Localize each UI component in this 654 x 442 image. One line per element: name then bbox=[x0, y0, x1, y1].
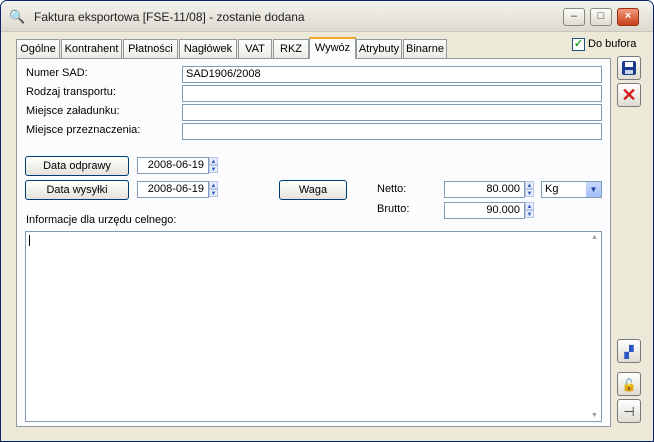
data-odprawy-spinner[interactable]: ▲ ▼ bbox=[209, 157, 218, 174]
miejsce-przeznaczenia-field[interactable] bbox=[182, 123, 602, 140]
rodzaj-transportu-label: Rodzaj transportu: bbox=[26, 86, 116, 98]
informacje-textarea[interactable]: ▲ ▼ bbox=[25, 231, 602, 422]
spin-down-icon[interactable]: ▼ bbox=[209, 189, 218, 197]
save-button[interactable] bbox=[617, 56, 641, 80]
rodzaj-transportu-field[interactable] bbox=[182, 85, 602, 102]
miejsce-zaladunku-label: Miejsce załadunku: bbox=[26, 105, 120, 117]
pin-icon: ⊣ bbox=[623, 404, 635, 419]
miejsce-zaladunku-field[interactable] bbox=[182, 104, 602, 121]
tab-naglowek[interactable]: Nagłówek bbox=[179, 39, 237, 58]
brutto-label: Brutto: bbox=[377, 203, 410, 215]
app-magnifier-icon: 🔍 bbox=[9, 9, 26, 24]
do-bufora-checkbox[interactable]: ✓ bbox=[572, 38, 585, 51]
wywoz-panel: Numer SAD: SAD1906/2008 Rodzaj transport… bbox=[16, 58, 611, 427]
data-wysylki-field[interactable]: 2008-06-19 bbox=[137, 181, 209, 198]
netto-spinner[interactable]: ▲ ▼ bbox=[525, 181, 534, 198]
cancel-button[interactable]: ✕ bbox=[617, 83, 641, 107]
tab-vat[interactable]: VAT bbox=[238, 39, 272, 58]
maximize-button[interactable]: □ bbox=[590, 8, 612, 26]
save-icon bbox=[622, 61, 636, 75]
tab-wywoz[interactable]: Wywóz bbox=[309, 37, 356, 59]
title-bar: 🔍 Faktura eksportowa [FSE-11/08] - zosta… bbox=[1, 1, 653, 32]
pin-button[interactable]: ⊣ bbox=[617, 399, 641, 423]
chevron-down-icon[interactable]: ▼ bbox=[586, 182, 601, 197]
minimize-button[interactable]: – bbox=[563, 8, 585, 26]
data-wysylki-spinner[interactable]: ▲ ▼ bbox=[209, 181, 218, 198]
spin-up-icon[interactable]: ▲ bbox=[525, 181, 534, 189]
netto-label: Netto: bbox=[377, 183, 407, 195]
tab-ogolne[interactable]: Ogólne bbox=[16, 39, 60, 58]
tab-atrybuty[interactable]: Atrybuty bbox=[356, 39, 402, 58]
waga-button[interactable]: Waga bbox=[279, 180, 347, 200]
cancel-icon: ✕ bbox=[621, 85, 637, 105]
lock-button[interactable]: 🔓 bbox=[617, 372, 641, 396]
miejsce-przeznaczenia-label: Miejsce przeznaczenia: bbox=[26, 124, 141, 136]
spin-down-icon[interactable]: ▼ bbox=[209, 165, 218, 173]
tab-kontrahent[interactable]: Kontrahent bbox=[61, 39, 122, 58]
lock-icon: 🔓 bbox=[621, 378, 637, 392]
data-odprawy-button[interactable]: Data odprawy bbox=[25, 156, 129, 176]
informacje-label: Informacje dla urzędu celnego: bbox=[26, 214, 177, 226]
spin-up-icon[interactable]: ▲ bbox=[525, 202, 534, 210]
scroll-down-icon[interactable]: ▼ bbox=[591, 412, 598, 419]
brutto-spinner[interactable]: ▲ ▼ bbox=[525, 202, 534, 219]
tab-platnosci[interactable]: Płatności bbox=[123, 39, 178, 58]
text-caret bbox=[29, 235, 30, 246]
data-wysylki-button[interactable]: Data wysyłki bbox=[25, 180, 129, 200]
brutto-field[interactable]: 90.000 bbox=[444, 202, 525, 219]
tab-rkz[interactable]: RKZ bbox=[273, 39, 309, 58]
unit-select-value: Kg bbox=[545, 183, 559, 195]
vertical-scrollbar[interactable]: ▲ ▼ bbox=[589, 232, 601, 421]
scroll-up-icon[interactable]: ▲ bbox=[591, 234, 598, 241]
data-odprawy-field[interactable]: 2008-06-19 bbox=[137, 157, 209, 174]
close-button[interactable]: × bbox=[617, 8, 639, 26]
window-title: Faktura eksportowa [FSE-11/08] - zostani… bbox=[34, 10, 305, 24]
spin-up-icon[interactable]: ▲ bbox=[209, 157, 218, 165]
chart-button[interactable]: ▞ bbox=[617, 339, 641, 363]
unit-select[interactable]: Kg ▼ bbox=[541, 181, 602, 198]
spin-down-icon[interactable]: ▼ bbox=[525, 189, 534, 197]
do-bufora-label: Do bufora bbox=[588, 38, 637, 50]
tab-binarne[interactable]: Binarne bbox=[403, 39, 447, 58]
spin-up-icon[interactable]: ▲ bbox=[209, 181, 218, 189]
numer-sad-label: Numer SAD: bbox=[26, 67, 88, 79]
window: 🔍 Faktura eksportowa [FSE-11/08] - zosta… bbox=[0, 0, 654, 442]
numer-sad-field[interactable]: SAD1906/2008 bbox=[182, 66, 602, 83]
netto-field[interactable]: 80.000 bbox=[444, 181, 525, 198]
chart-icon: ▞ bbox=[624, 345, 634, 359]
spin-down-icon[interactable]: ▼ bbox=[525, 210, 534, 218]
